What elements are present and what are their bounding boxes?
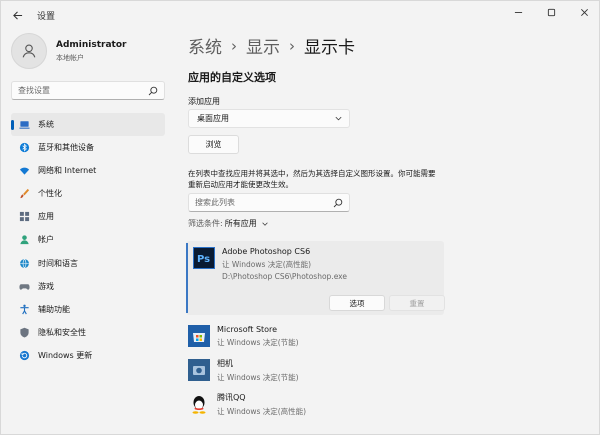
- profile-name: Administrator: [56, 39, 127, 50]
- sidebar-item-bluetooth[interactable]: 蓝牙和其他设备: [11, 136, 165, 159]
- close-icon: [581, 8, 588, 16]
- sidebar-item-network[interactable]: 网络和 Internet: [11, 159, 165, 182]
- sidebar-item-accessibility[interactable]: 辅助功能: [11, 298, 165, 321]
- search-placeholder: 搜索此列表: [195, 198, 235, 207]
- main-content: 系统 › 显示 › 显示卡 应用的自定义选项 添加应用 桌面应用 浏览 在列表中…: [186, 29, 593, 435]
- app-name: 腾讯QQ: [217, 392, 246, 402]
- reset-button[interactable]: 重置: [389, 295, 445, 311]
- accessibility-icon: [18, 303, 30, 315]
- sidebar-item-windows-update[interactable]: Windows 更新: [11, 344, 165, 367]
- app-list-item[interactable]: 相机 让 Windows 决定(节能): [188, 356, 446, 384]
- sidebar-item-label: 帐户: [38, 235, 54, 245]
- app-gpu-setting: 让 Windows 决定(节能): [217, 372, 299, 382]
- app-name: Adobe Photoshop CS6: [222, 247, 311, 256]
- camera-icon: [188, 359, 210, 381]
- list-search-input[interactable]: 搜索此列表: [188, 193, 350, 212]
- sidebar-item-label: 系统: [38, 120, 54, 129]
- filter-label: 筛选条件:: [188, 219, 223, 228]
- maximize-icon: [547, 8, 556, 16]
- brush-icon: [18, 188, 30, 200]
- chevron-down-icon: [335, 116, 342, 121]
- app-path: D:\Photoshop CS6\Photoshop.exe: [222, 272, 348, 281]
- app-name: 相机: [217, 358, 233, 368]
- laptop-icon: [18, 119, 30, 131]
- app-gpu-setting: 让 Windows 决定(高性能): [217, 406, 307, 416]
- app-list-item-selected[interactable]: Ps Adobe Photoshop CS6 让 Windows 决定(高性能)…: [186, 241, 445, 315]
- sidebar-item-label: 辅助功能: [38, 304, 70, 314]
- section-title: 应用的自定义选项: [188, 71, 276, 84]
- sidebar-item-label: 个性化: [38, 189, 62, 199]
- sidebar-item-accounts[interactable]: 帐户: [11, 228, 165, 251]
- filter-dropdown[interactable]: 筛选条件: 所有应用: [188, 218, 275, 229]
- store-icon: [188, 325, 210, 347]
- gamepad-icon: [18, 280, 30, 292]
- options-button[interactable]: 选项: [329, 295, 385, 311]
- sidebar-item-label: 蓝牙和其他设备: [38, 143, 94, 153]
- wifi-icon: [18, 165, 30, 177]
- app-gpu-setting: 让 Windows 决定(节能): [217, 337, 299, 347]
- breadcrumb-system[interactable]: 系统: [188, 33, 222, 58]
- sidebar-item-label: 游戏: [38, 281, 54, 291]
- profile-account-type: 本地帐户: [56, 53, 84, 62]
- minimize-button[interactable]: [502, 1, 535, 23]
- app-list-item[interactable]: Microsoft Store 让 Windows 决定(节能): [188, 322, 446, 350]
- sidebar-nav: 系统 蓝牙和其他设备 网络和 Internet 个性化 应用 帐户 时间和语言 …: [11, 113, 165, 367]
- apps-icon: [18, 211, 30, 223]
- sidebar-item-gaming[interactable]: 游戏: [11, 275, 165, 298]
- bluetooth-icon: [18, 142, 30, 154]
- sidebar-item-time-language[interactable]: 时间和语言: [11, 252, 165, 275]
- search-placeholder: 查找设置: [18, 86, 50, 95]
- person-icon: [22, 44, 36, 58]
- sidebar-item-label: 时间和语言: [38, 258, 78, 268]
- browse-button[interactable]: 浏览: [188, 135, 239, 154]
- breadcrumb-display[interactable]: 显示: [246, 33, 280, 58]
- update-icon: [18, 349, 30, 361]
- window-title: 设置: [37, 11, 56, 22]
- breadcrumb-separator: ›: [289, 36, 295, 55]
- sidebar-item-label: 隐私和安全性: [38, 327, 86, 337]
- maximize-button[interactable]: [535, 1, 568, 23]
- minimize-icon: [514, 11, 523, 13]
- avatar: [11, 33, 47, 69]
- qq-icon: [188, 393, 210, 415]
- sidebar-item-label: Windows 更新: [38, 350, 93, 360]
- search-icon: [333, 198, 343, 207]
- person-icon: [18, 234, 30, 246]
- app-name: Microsoft Store: [217, 324, 278, 334]
- title-bar: 设置: [1, 1, 600, 29]
- back-arrow-icon: [12, 10, 22, 20]
- globe-clock-icon: [18, 257, 30, 269]
- sidebar-item-privacy[interactable]: 隐私和安全性: [11, 321, 165, 344]
- sidebar-item-personalization[interactable]: 个性化: [11, 182, 165, 205]
- sidebar-item-label: 网络和 Internet: [38, 166, 97, 176]
- window-controls: [502, 1, 600, 23]
- user-profile[interactable]: Administrator 本地帐户: [11, 33, 126, 69]
- sidebar-item-label: 应用: [38, 212, 54, 222]
- sidebar-item-system[interactable]: 系统: [11, 113, 165, 136]
- settings-window: 设置 Administrator 本地帐户 查找设置 系统 蓝牙和其他设备 网络…: [0, 0, 600, 435]
- filter-value: 所有应用: [224, 219, 257, 228]
- sidebar-item-apps[interactable]: 应用: [11, 205, 165, 228]
- add-app-label: 添加应用: [188, 97, 220, 106]
- sidebar: Administrator 本地帐户 查找设置 系统 蓝牙和其他设备 网络和 I…: [1, 29, 177, 435]
- app-list-item[interactable]: 腾讯QQ 让 Windows 决定(高性能): [188, 390, 446, 418]
- app-gpu-setting: 让 Windows 决定(高性能): [222, 260, 312, 269]
- photoshop-icon: Ps: [193, 247, 215, 269]
- breadcrumb-separator: ›: [231, 36, 237, 55]
- app-type-dropdown[interactable]: 桌面应用: [188, 109, 350, 128]
- search-icon: [148, 86, 158, 95]
- chevron-down-icon: [262, 222, 268, 226]
- instructions-text: 在列表中查找应用并将其选中，然后为其选择自定义图形设置。你可能需要重新启动应用才…: [188, 169, 436, 189]
- close-button[interactable]: [568, 1, 600, 23]
- dropdown-value: 桌面应用: [197, 114, 229, 123]
- back-button[interactable]: [3, 1, 31, 29]
- settings-search-input[interactable]: 查找设置: [11, 81, 165, 100]
- breadcrumb: 系统 › 显示 › 显示卡: [188, 33, 355, 59]
- shield-icon: [18, 326, 30, 338]
- page-title: 显示卡: [304, 38, 355, 58]
- svg-text:Ps: Ps: [197, 254, 210, 265]
